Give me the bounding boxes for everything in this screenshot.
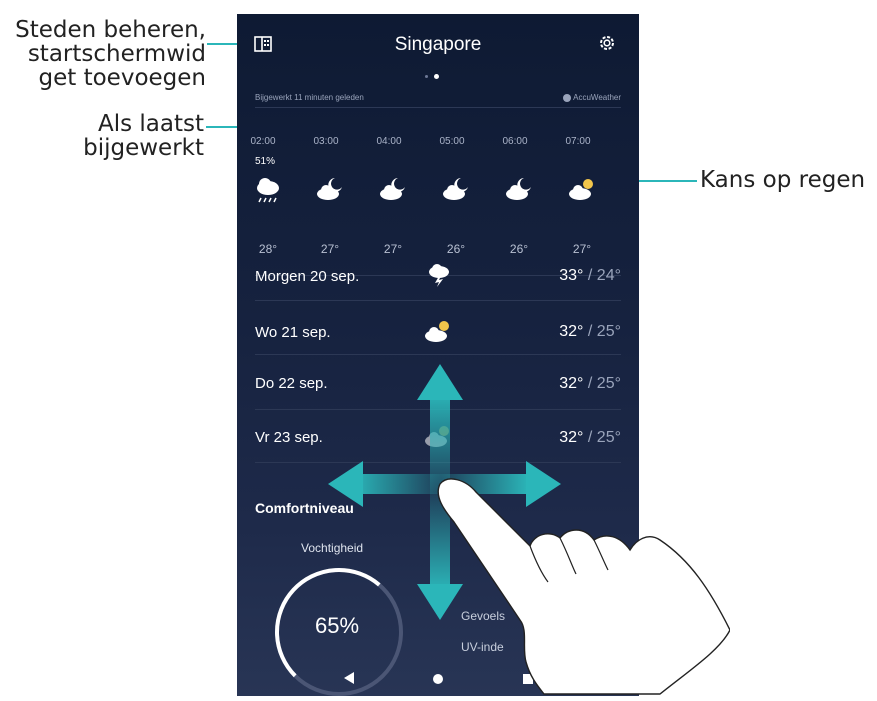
divider bbox=[255, 107, 621, 108]
rain-chance-value: 51% bbox=[255, 156, 276, 167]
hour-temp: 27° bbox=[383, 242, 403, 256]
hour-temp: 27° bbox=[572, 242, 592, 256]
callout-last-updated: Als laatst bijgewerkt bbox=[83, 111, 204, 161]
day-label: Wo 21 sep. bbox=[255, 324, 331, 341]
divider bbox=[255, 300, 621, 301]
hand-gesture-icon bbox=[430, 470, 731, 701]
page-indicator bbox=[425, 68, 445, 86]
callout-rain-chance: Kans op regen bbox=[700, 167, 866, 193]
moon-cloud-icon bbox=[378, 174, 408, 209]
hour-time: 03:00 bbox=[313, 136, 339, 147]
day-temps: 32° / 25° bbox=[559, 375, 621, 392]
day-label: Morgen 20 sep. bbox=[255, 268, 360, 285]
moon-cloud-icon bbox=[315, 174, 345, 209]
accuweather-logo-icon bbox=[563, 93, 572, 102]
moon-cloud-icon bbox=[441, 174, 471, 209]
hour-temp: 26° bbox=[446, 242, 466, 256]
day-temps: 33° / 24° bbox=[559, 267, 621, 284]
hour-time: 05:00 bbox=[439, 136, 465, 147]
provider-badge: AccuWeather bbox=[563, 93, 621, 102]
hour-time: 02:00 bbox=[250, 136, 276, 147]
day-label: Vr 23 sep. bbox=[255, 429, 323, 446]
day-temps: 32° / 25° bbox=[559, 429, 621, 446]
hour-temp: 26° bbox=[509, 242, 529, 256]
hour-temp: 27° bbox=[320, 242, 340, 256]
city-title: Singapore bbox=[394, 34, 482, 55]
callout-manage-cities: Steden beheren, startschermwid get toevo… bbox=[15, 17, 206, 91]
hour-time: 07:00 bbox=[565, 136, 591, 147]
moon-cloud-icon bbox=[504, 174, 534, 209]
divider bbox=[255, 354, 621, 355]
day-temps: 32° / 25° bbox=[559, 323, 621, 340]
day-label: Do 22 sep. bbox=[255, 375, 328, 392]
settings-gear-icon[interactable] bbox=[597, 33, 617, 58]
sun-cloud-icon bbox=[567, 174, 597, 209]
back-icon[interactable] bbox=[343, 671, 355, 690]
rain-icon bbox=[253, 174, 283, 209]
hour-time: 04:00 bbox=[376, 136, 402, 147]
thunderstorm-icon bbox=[425, 260, 453, 293]
sun-cloud-icon bbox=[423, 317, 453, 350]
hour-time: 06:00 bbox=[502, 136, 528, 147]
last-updated-text: Bijgewerkt 11 minuten geleden bbox=[255, 93, 364, 102]
hour-temp: 28° bbox=[258, 242, 278, 256]
